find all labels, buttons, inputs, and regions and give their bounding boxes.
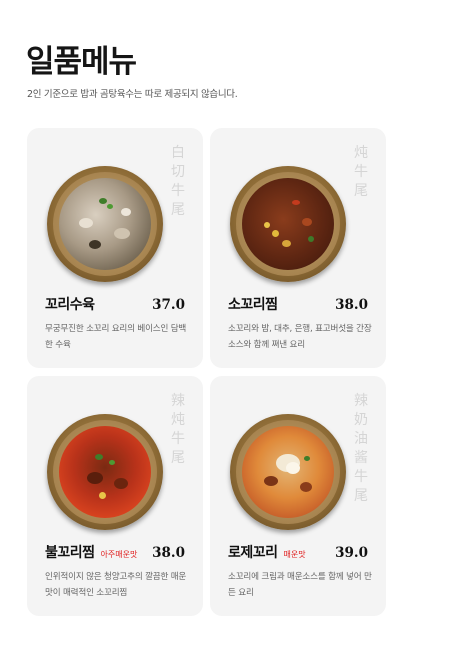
dish-image	[47, 414, 163, 530]
menu-item-price: 38.0	[335, 297, 368, 313]
menu-item-price: 39.0	[335, 545, 368, 561]
dish-image	[230, 414, 346, 530]
hanja-vertical-label: 白切牛尾	[171, 145, 185, 218]
hanja-vertical-label: 辣奶油酱牛尾	[354, 393, 368, 504]
menu-card-kkori-suyuk[interactable]: 白切牛尾 꼬리수육 37.0 무궁무진한 소꼬리 요리의 베이스인 담백한 수육	[27, 128, 203, 368]
hanja-vertical-label: 炖牛尾	[354, 145, 368, 199]
menu-card-bul-kkori-jjim[interactable]: 辣炖牛尾 불꼬리찜 아주매운맛 38.0 인위적이지 않은 청양고추의 깔끔한 …	[27, 376, 203, 616]
menu-item-price: 37.0	[152, 297, 185, 313]
menu-item-description: 무궁무진한 소꼬리 요리의 베이스인 담백한 수육	[45, 324, 187, 350]
menu-item-description: 인위적이지 않은 청양고추의 깔끔한 매운맛이 매력적인 소꼬리찜	[45, 572, 187, 598]
menu-item-price: 38.0	[152, 545, 185, 561]
menu-item-name: 꼬리수육	[45, 297, 95, 313]
menu-item-description: 소꼬리와 밤, 대추, 은행, 표고버섯을 간장소스와 함께 쪄낸 요리	[228, 324, 372, 350]
menu-item-description: 소꼬리에 크림과 매운소스를 함께 넣어 만든 요리	[228, 572, 372, 598]
menu-card-so-kkori-jjim[interactable]: 炖牛尾 소꼬리찜 38.0 소꼬리와 밤, 대추, 은행, 표고버섯을 간장소스…	[210, 128, 386, 368]
page-title: 일품메뉴	[26, 44, 137, 80]
hanja-vertical-label: 辣炖牛尾	[171, 393, 185, 466]
spicy-badge: 아주매운맛	[100, 550, 138, 559]
dish-image	[230, 166, 346, 282]
menu-item-name: 로제꼬리	[228, 545, 278, 561]
spicy-badge: 매운맛	[283, 550, 306, 559]
dish-image	[47, 166, 163, 282]
menu-item-name: 불꼬리찜	[45, 545, 95, 561]
page-subtitle: 2인 기준으로 밥과 곰탕육수는 따로 제공되지 않습니다.	[27, 89, 238, 100]
menu-card-rose-kkori[interactable]: 辣奶油酱牛尾 로제꼬리 매운맛 39.0 소꼬리에 크림과 매운소스를 함께 넣…	[210, 376, 386, 616]
menu-item-name: 소꼬리찜	[228, 297, 278, 313]
